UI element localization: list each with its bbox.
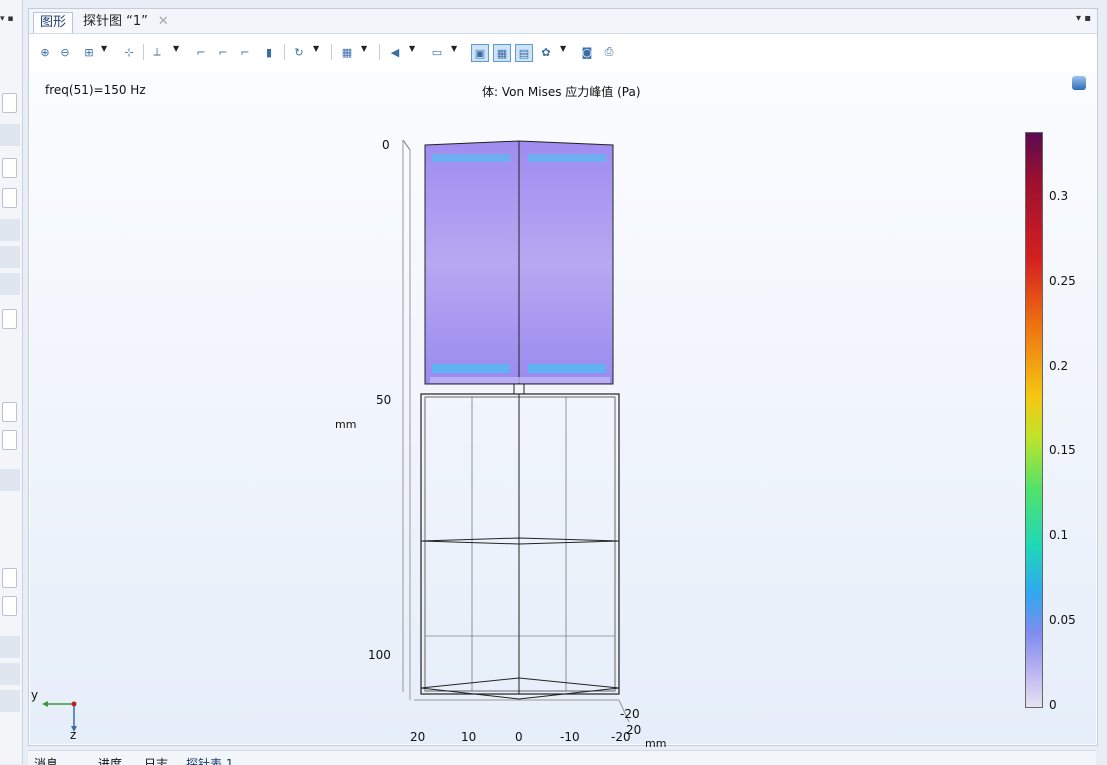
triad-origin [71, 701, 77, 707]
vertical-unit: mm [335, 418, 357, 431]
horizontal-tick: -10 [560, 730, 580, 744]
zoom-in-icon[interactable]: ⊕ [37, 44, 53, 60]
zoom-dropdown-icon[interactable]: ▼ [101, 44, 107, 53]
scene-light-icon[interactable]: ▦ [339, 44, 355, 60]
connector [513, 383, 525, 395]
tab-probe-plot[interactable]: 探针图 “1” ✕ [77, 12, 175, 32]
depth-tick: 20 [626, 723, 642, 737]
mesh-render-icon[interactable]: ▤ [515, 44, 533, 62]
graphics-window: 图形 探针图 “1” ✕ ▾ ▪ ⊕ ⊖ ⊞ ▼ ⊹ ⟂ ▼ ⌐ ⌐ ⌐ ▮ ↻ … [28, 8, 1098, 750]
stress-region-left [424, 140, 520, 385]
render-dropdown-icon[interactable]: ▼ [560, 44, 566, 53]
depth-scale-line [402, 139, 411, 151]
panel-dropdown[interactable] [2, 188, 17, 208]
bottom-tab-bar: 消息 进度 日志 探针表 1 [28, 750, 1096, 765]
graphics-canvas[interactable]: freq(51)=150 Hz 体: Von Mises 应力峰值 (Pa) 0… [30, 72, 1096, 750]
view-xy-icon[interactable]: ⌐ [193, 44, 209, 60]
colorbar [1025, 132, 1043, 708]
toolbar-separator [143, 44, 144, 60]
panel-button[interactable] [2, 93, 17, 113]
pin-icon[interactable]: ▾ ▪ [0, 14, 13, 24]
panel-section[interactable] [0, 124, 20, 146]
depth-tick: -20 [620, 707, 640, 721]
horizontal-tick: 10 [461, 730, 477, 744]
panel-section[interactable] [0, 246, 20, 268]
transparency-icon[interactable]: ▣ [471, 44, 489, 62]
colorbar-tick: 0.3 [1049, 189, 1069, 203]
select-dropdown-icon[interactable]: ▼ [409, 44, 415, 53]
view-xz-icon[interactable]: ⌐ [237, 44, 253, 60]
horizontal-tick: 0 [515, 730, 523, 744]
reset-view-icon[interactable]: ↻ [291, 44, 307, 60]
model-plot [42, 139, 630, 732]
panel-section[interactable] [0, 219, 20, 241]
triad-z-label: z [70, 728, 77, 742]
stress-hotspot [528, 364, 606, 373]
panel-section[interactable] [0, 273, 20, 295]
scene-dropdown-icon[interactable]: ▼ [361, 44, 367, 53]
toolbar-separator [284, 44, 285, 60]
vertical-tick: 50 [376, 393, 392, 407]
print-icon[interactable]: ⎙ [601, 44, 617, 60]
panel-button[interactable] [2, 430, 17, 450]
colorbar-tick: 0.25 [1049, 274, 1076, 288]
horizontal-unit: mm [645, 737, 667, 750]
vertical-tick: 100 [368, 648, 391, 662]
panel-section[interactable] [0, 636, 20, 658]
stress-hotspot [432, 154, 510, 162]
panel-button[interactable] [2, 402, 17, 422]
panel-section[interactable] [0, 690, 20, 712]
tab-probe-plot-label: 探针图 “1” [83, 14, 148, 29]
tab-graphics-label: 图形 [40, 15, 67, 30]
horizontal-tick: 20 [410, 730, 426, 744]
tab-bar: 图形 探针图 “1” ✕ ▾ ▪ [29, 9, 1097, 34]
vertical-tick: 0 [382, 138, 390, 152]
zoom-out-icon[interactable]: ⊖ [57, 44, 73, 60]
colorbar-tick: 0 [1049, 698, 1057, 712]
left-panel: ▾ ▪ [0, 0, 23, 764]
stress-edge [430, 377, 610, 383]
zoom-extents-icon[interactable]: ⊹ [121, 44, 137, 60]
view-3d-icon[interactable]: ▮ [261, 44, 277, 60]
colorbar-tick: 0.2 [1049, 359, 1069, 373]
select-icon[interactable]: ◀ [387, 44, 403, 60]
view-axes-icon[interactable]: ⟂ [149, 44, 165, 60]
panel-button[interactable] [2, 596, 17, 616]
toolbar-separator [331, 44, 332, 60]
stress-hotspot [432, 364, 510, 373]
colorbar-tick: 0.1 [1049, 528, 1069, 542]
panel-button[interactable] [2, 309, 17, 329]
stress-hotspot [528, 154, 606, 162]
view-yz-icon[interactable]: ⌐ [215, 44, 231, 60]
zoom-box-icon[interactable]: ⊞ [81, 44, 97, 60]
colorbar-tick: 0.05 [1049, 613, 1076, 627]
tab-graphics[interactable]: 图形 [33, 12, 74, 33]
toolbar-separator [379, 44, 380, 60]
view-dropdown-icon[interactable]: ▼ [173, 44, 179, 53]
bottom-ring [420, 677, 620, 700]
wireframe-icon[interactable]: ▦ [493, 44, 511, 62]
reset-dropdown-icon[interactable]: ▼ [313, 44, 319, 53]
tab-menu-icon[interactable]: ▾ ▪ [1076, 13, 1091, 24]
panel-section[interactable] [0, 663, 20, 685]
triad-y-label: y [31, 688, 39, 702]
panel-section[interactable] [0, 469, 20, 491]
render-settings-icon[interactable]: ✿ [538, 44, 554, 60]
mid-ring [420, 537, 620, 545]
box-select-icon[interactable]: ▭ [429, 44, 445, 60]
graphics-toolbar: ⊕ ⊖ ⊞ ▼ ⊹ ⟂ ▼ ⌐ ⌐ ⌐ ▮ ↻ ▼ ▦ ▼ ◀ ▼ ▭ ▼ ▣ … [29, 34, 1097, 72]
panel-button[interactable] [2, 568, 17, 588]
image-snapshot-icon[interactable]: ◙ [579, 44, 595, 60]
box-select-dropdown-icon[interactable]: ▼ [451, 44, 457, 53]
stress-region-right [518, 140, 614, 385]
colorbar-tick: 0.15 [1049, 443, 1076, 457]
close-icon[interactable]: ✕ [158, 14, 169, 29]
panel-button[interactable] [2, 158, 17, 178]
